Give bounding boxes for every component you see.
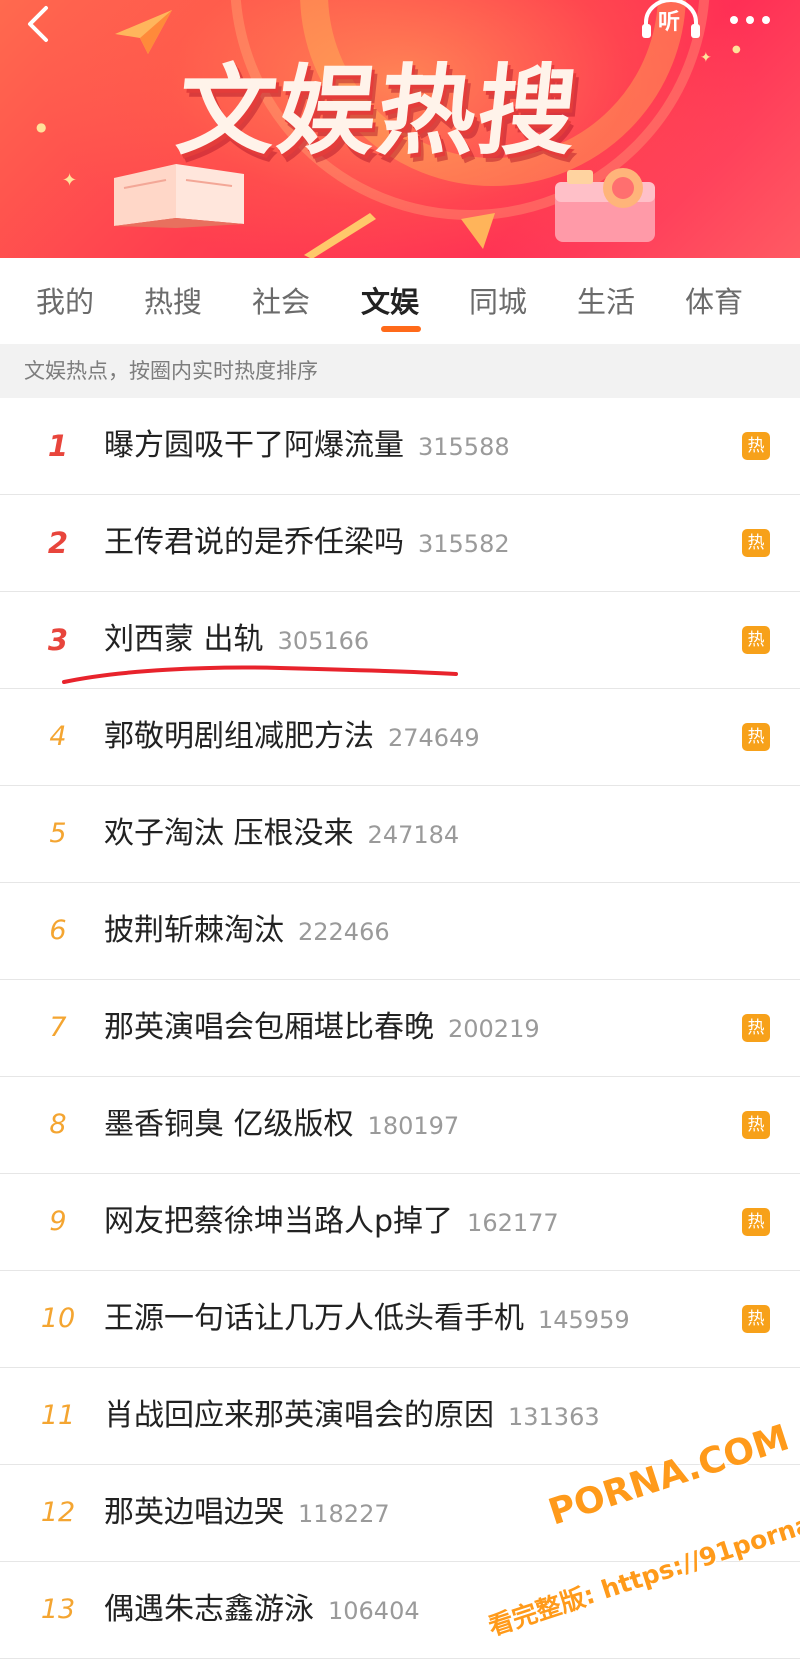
keyword[interactable]: 曝方圆吸干了阿爆流量	[104, 428, 404, 463]
camera-icon	[555, 168, 655, 242]
sparkle-icon: ✦	[62, 170, 78, 191]
heat-count: 247184	[367, 821, 460, 849]
active-tab-indicator	[381, 326, 421, 332]
rank-number: 7	[49, 1012, 67, 1043]
heat-count: 162177	[467, 1209, 559, 1237]
rank-number: 12	[40, 1497, 76, 1528]
rank-number: 10	[40, 1303, 76, 1334]
list-item[interactable]: 4 郭敬明剧组减肥方法 274649 热	[0, 689, 800, 786]
rank-number: 2	[47, 526, 69, 560]
heat-count: 305166	[277, 627, 370, 655]
listen-button[interactable]: 听	[640, 0, 702, 40]
header-banner: ✦ ● ✦ ● 文娱热搜 听	[0, 0, 800, 258]
rank-number: 8	[49, 1109, 67, 1140]
heat-count: 118227	[298, 1500, 390, 1528]
tab-hot-search[interactable]: 热搜	[123, 258, 223, 342]
annotation-underline	[62, 665, 458, 684]
info-text: 文娱热点，按圈内实时热度排序	[24, 359, 318, 383]
hot-badge: 热	[742, 1014, 770, 1042]
tab-local[interactable]: 同城	[448, 258, 548, 342]
heat-count: 274649	[388, 724, 480, 752]
listen-label: 听	[658, 10, 681, 35]
heat-count: 315582	[418, 530, 510, 558]
page-title: 文娱热搜	[172, 55, 585, 169]
sparkle-icon: ✦	[700, 50, 712, 66]
keyword[interactable]: 郭敬明剧组减肥方法	[104, 719, 374, 754]
hot-badge: 热	[742, 432, 770, 460]
heat-count: 222466	[298, 918, 390, 946]
list-item[interactable]: 5 欢子淘汰 压根没来 247184	[0, 786, 800, 883]
keyword[interactable]: 那英演唱会包厢堪比春晚	[104, 1010, 434, 1045]
heat-count: 200219	[448, 1015, 540, 1043]
list-item[interactable]: 10 王源一句话让几万人低头看手机 145959 热	[0, 1271, 800, 1368]
sparkle-icon: ●	[732, 44, 741, 55]
gem-icon	[461, 213, 495, 249]
rank-number: 6	[49, 915, 67, 946]
heat-count: 106404	[328, 1597, 420, 1625]
keyword[interactable]: 披荆斩棘淘汰	[104, 913, 284, 948]
keyword[interactable]: 网友把蔡徐坤当路人p掉了	[104, 1204, 453, 1239]
keyword[interactable]: 那英边唱边哭	[104, 1495, 284, 1530]
keyword[interactable]: 王传君说的是乔任梁吗	[104, 525, 404, 560]
rank-number: 11	[40, 1400, 76, 1431]
list-item[interactable]: 8 墨香铜臭 亿级版权 180197 热	[0, 1077, 800, 1174]
sparkle-icon: ●	[36, 120, 47, 134]
heat-count: 145959	[538, 1306, 630, 1334]
hot-badge: 热	[742, 529, 770, 557]
heat-count: 315588	[418, 433, 510, 461]
rank-number: 9	[49, 1206, 67, 1237]
keyword[interactable]: 刘西蒙 出轨	[104, 622, 264, 657]
hot-badge: 热	[742, 626, 770, 654]
list-item[interactable]: 1 曝方圆吸干了阿爆流量 315588 热	[0, 398, 800, 495]
tab-society[interactable]: 社会	[231, 258, 331, 342]
list-item[interactable]: 7 那英演唱会包厢堪比春晚 200219 热	[0, 980, 800, 1077]
list-item[interactable]: 2 王传君说的是乔任梁吗 315582 热	[0, 495, 800, 592]
hot-badge: 热	[742, 1305, 770, 1333]
list-item[interactable]: 6 披荆斩棘淘汰 222466	[0, 883, 800, 980]
tab-sports[interactable]: 体育	[664, 258, 764, 342]
keyword[interactable]: 欢子淘汰 压根没来	[104, 816, 354, 851]
more-icon[interactable]	[724, 6, 776, 34]
keyword[interactable]: 墨香铜臭 亿级版权	[104, 1107, 354, 1142]
rank-number: 1	[47, 429, 69, 463]
heat-count: 180197	[367, 1112, 460, 1140]
rank-number: 5	[49, 818, 67, 849]
tab-mine[interactable]: 我的	[15, 258, 115, 342]
hot-badge: 热	[742, 1111, 770, 1139]
info-bar: 文娱热点，按圈内实时热度排序	[0, 344, 800, 398]
rank-number: 13	[40, 1594, 76, 1625]
tab-life[interactable]: 生活	[556, 258, 656, 342]
rank-number: 4	[49, 721, 67, 752]
heat-count: 131363	[508, 1403, 600, 1431]
list-item[interactable]: 9 网友把蔡徐坤当路人p掉了 162177 热	[0, 1174, 800, 1271]
keyword[interactable]: 肖战回应来那英演唱会的原因	[104, 1398, 494, 1433]
hot-badge: 热	[742, 723, 770, 751]
ribbon-shape	[304, 213, 376, 258]
keyword[interactable]: 王源一句话让几万人低头看手机	[104, 1301, 524, 1336]
hot-badge: 热	[742, 1208, 770, 1236]
paper-plane-icon	[115, 10, 172, 54]
back-arrow-icon[interactable]	[18, 4, 58, 44]
